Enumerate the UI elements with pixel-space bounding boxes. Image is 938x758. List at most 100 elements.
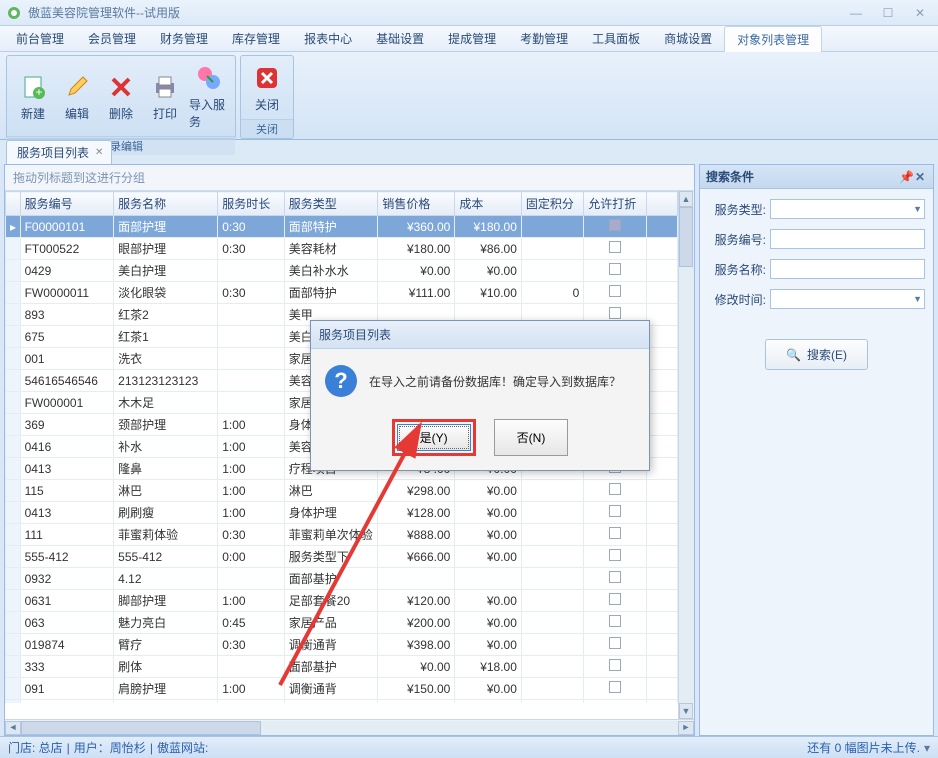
tab-close-icon[interactable]: ✕ (95, 147, 103, 158)
ribbon-close-button[interactable]: 关闭 (245, 60, 289, 115)
discount-checkbox[interactable] (609, 219, 621, 231)
discount-checkbox[interactable] (609, 571, 621, 583)
menu-10[interactable]: 对象列表管理 (724, 26, 822, 52)
table-row[interactable]: 0413刷刷瘦1:00身体护理¥128.00¥0.00 (6, 502, 678, 524)
column-header[interactable]: 服务名称 (114, 192, 218, 216)
table-row[interactable]: 333刷体面部基护¥0.00¥18.00 (6, 656, 678, 678)
column-header[interactable]: 成本 (455, 192, 522, 216)
menu-8[interactable]: 工具面板 (580, 26, 652, 51)
menu-7[interactable]: 考勤管理 (508, 26, 580, 51)
yes-button[interactable]: 是(Y) (397, 424, 471, 451)
new-icon: + (17, 71, 49, 103)
svg-text:+: + (35, 85, 42, 99)
table-row[interactable]: FW0000011淡化眼袋0:30面部特护¥111.00¥10.000 (6, 282, 678, 304)
search-button[interactable]: 🔍搜索(E) (765, 339, 868, 370)
discount-checkbox[interactable] (609, 659, 621, 671)
ribbon-delete-button[interactable]: 删除 (99, 60, 143, 132)
ribbon-print-button[interactable]: 打印 (143, 60, 187, 132)
table-row[interactable]: FT000522眼部护理0:30美容耗材¥180.00¥86.00 (6, 238, 678, 260)
menu-9[interactable]: 商城设置 (652, 26, 724, 51)
table-row[interactable]: 091肩膀护理1:00调衡通背¥150.00¥0.00 (6, 678, 678, 700)
table-row[interactable]: 0429美白护理美白补水水¥0.00¥0.00 (6, 260, 678, 282)
column-header[interactable]: 固定积分 (521, 192, 583, 216)
table-row[interactable]: 115淋巴1:00淋巴¥298.00¥0.00 (6, 480, 678, 502)
table-row[interactable]: 063魅力亮白0:45家居产品¥200.00¥0.00 (6, 612, 678, 634)
no-button[interactable]: 否(N) (494, 419, 569, 456)
search-label: 修改时间: (708, 291, 766, 308)
scroll-right-icon[interactable]: ► (678, 721, 694, 735)
status-user: 用户：周怡杉 (74, 739, 146, 756)
menu-0[interactable]: 前台管理 (4, 26, 76, 51)
search-field-2[interactable] (770, 259, 925, 279)
table-row[interactable]: 11111111家居产品¥2,000.00¥500.00 (6, 700, 678, 704)
maximize-button[interactable]: ☐ (876, 5, 900, 21)
hscroll-thumb[interactable] (21, 721, 261, 735)
scroll-up-icon[interactable]: ▲ (679, 191, 693, 207)
table-row[interactable]: 019874臂疗0:30调衡通背¥398.00¥0.00 (6, 634, 678, 656)
discount-checkbox[interactable] (609, 593, 621, 605)
ribbon-group-label: 关闭 (241, 119, 293, 138)
search-field-0[interactable]: ▼ (770, 199, 925, 219)
ribbon-label: 新建 (21, 105, 45, 122)
search-label: 服务名称: (708, 261, 766, 278)
search-title: 搜索条件 (706, 168, 754, 185)
menu-2[interactable]: 财务管理 (148, 26, 220, 51)
column-header[interactable]: 服务编号 (20, 192, 114, 216)
discount-checkbox[interactable] (609, 263, 621, 275)
ribbon-new-button[interactable]: + 新建 (11, 60, 55, 132)
ribbon-label: 导入服务 (189, 96, 229, 130)
status-store: 门店: 总店 (8, 739, 63, 756)
discount-checkbox[interactable] (609, 615, 621, 627)
column-header[interactable]: 销售价格 (378, 192, 455, 216)
search-icon: 🔍 (786, 348, 801, 362)
menu-4[interactable]: 报表中心 (292, 26, 364, 51)
pin-icon[interactable]: 📌 (899, 170, 913, 184)
search-label: 服务编号: (708, 231, 766, 248)
search-header: 搜索条件 📌 ✕ (700, 165, 933, 189)
vscroll-thumb[interactable] (679, 207, 693, 267)
horizontal-scrollbar[interactable]: ◄ ► (5, 719, 694, 735)
search-field-3[interactable]: ▼ (770, 289, 925, 309)
discount-checkbox[interactable] (609, 307, 621, 319)
close-window-button[interactable]: ✕ (908, 5, 932, 21)
table-row[interactable]: 111菲蜜莉体验0:30菲蜜莉单次体验¥888.00¥0.00 (6, 524, 678, 546)
search-panel: 搜索条件 📌 ✕ 服务类型:▼服务编号:服务名称:修改时间:▼🔍搜索(E) (699, 164, 934, 736)
discount-checkbox[interactable] (609, 483, 621, 495)
confirm-dialog: 服务项目列表 ? 在导入之前请备份数据库！确定导入到数据库？ 是(Y) 否(N) (310, 320, 650, 471)
vertical-scrollbar[interactable]: ▲ ▼ (678, 191, 694, 719)
menu-3[interactable]: 库存管理 (220, 26, 292, 51)
menu-5[interactable]: 基础设置 (364, 26, 436, 51)
column-header[interactable]: 服务时长 (218, 192, 285, 216)
ribbon-import-button[interactable]: 导入服务 (187, 60, 231, 132)
menubar: 前台管理会员管理财务管理库存管理报表中心基础设置提成管理考勤管理工具面板商城设置… (0, 26, 938, 52)
ribbon-label: 编辑 (65, 105, 89, 122)
scroll-left-icon[interactable]: ◄ (5, 721, 21, 735)
table-row[interactable]: 555-412555-4120:00服务类型下¥666.00¥0.00 (6, 546, 678, 568)
column-header[interactable]: 允许打折 (584, 192, 646, 216)
minimize-button[interactable]: — (844, 5, 868, 21)
scroll-down-icon[interactable]: ▼ (679, 703, 693, 719)
discount-checkbox[interactable] (609, 527, 621, 539)
close-panel-icon[interactable]: ✕ (913, 170, 927, 184)
discount-checkbox[interactable] (609, 681, 621, 693)
discount-checkbox[interactable] (609, 549, 621, 561)
table-row[interactable]: ▸F00000101面部护理0:30面部特护¥360.00¥180.00 (6, 216, 678, 238)
search-row: 服务类型:▼ (708, 199, 925, 219)
table-row[interactable]: 0631脚部护理1:00足部套餐20¥120.00¥0.00 (6, 590, 678, 612)
ribbon: +新建编辑删除打印导入服务记录编辑关闭关闭 (0, 52, 938, 140)
tab-service-list[interactable]: 服务项目列表 ✕ (6, 140, 112, 164)
search-field-1[interactable] (770, 229, 925, 249)
ribbon-edit-button[interactable]: 编辑 (55, 60, 99, 132)
statusbar: 门店: 总店 | 用户：周怡杉 | 傲蓝网站: 还有 0 幅图片未上传. ▾ (0, 736, 938, 758)
discount-checkbox[interactable] (609, 505, 621, 517)
column-header[interactable]: 服务类型 (284, 192, 378, 216)
dialog-message: 在导入之前请备份数据库！确定导入到数据库？ (369, 373, 621, 390)
discount-checkbox[interactable] (609, 285, 621, 297)
status-link[interactable]: 傲蓝网站: (157, 739, 208, 756)
table-row[interactable]: 09324.12面部基护 (6, 568, 678, 590)
menu-6[interactable]: 提成管理 (436, 26, 508, 51)
discount-checkbox[interactable] (609, 241, 621, 253)
edit-icon (61, 71, 93, 103)
menu-1[interactable]: 会员管理 (76, 26, 148, 51)
discount-checkbox[interactable] (609, 637, 621, 649)
